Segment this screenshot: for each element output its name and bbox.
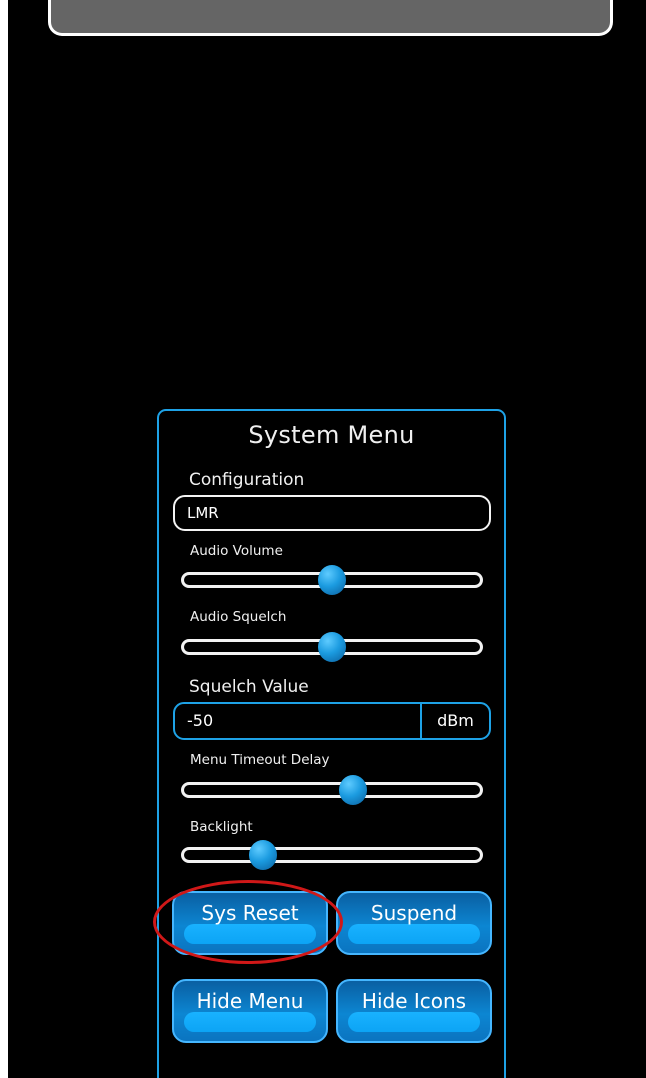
- button-highlight: [348, 924, 480, 944]
- backlight-slider[interactable]: [181, 840, 483, 870]
- audio-squelch-slider[interactable]: [181, 632, 483, 662]
- panel-title: System Menu: [248, 421, 415, 449]
- slider-track: [181, 847, 483, 863]
- sys-reset-button-label: Sys Reset: [201, 901, 299, 925]
- sys-reset-button[interactable]: Sys Reset: [172, 891, 328, 955]
- slider-track: [181, 782, 483, 798]
- system-menu-panel: System Menu Configuration LMR Audio Volu…: [157, 409, 506, 1078]
- button-highlight: [348, 1012, 480, 1032]
- squelch-unit-label: dBm: [437, 711, 474, 730]
- hide-menu-button[interactable]: Hide Menu: [172, 979, 328, 1043]
- hide-icons-button-label: Hide Icons: [361, 989, 467, 1013]
- button-highlight: [184, 1012, 316, 1032]
- slider-knob[interactable]: [318, 565, 346, 595]
- slider-knob[interactable]: [248, 840, 277, 870]
- backlight-label: Backlight: [190, 819, 253, 835]
- slider-knob[interactable]: [318, 632, 346, 662]
- menu-timeout-delay-slider[interactable]: [181, 775, 483, 805]
- device-screen: System Menu Configuration LMR Audio Volu…: [8, 0, 646, 1078]
- top-status-bar: [48, 0, 613, 36]
- audio-volume-label: Audio Volume: [190, 543, 283, 559]
- squelch-value-label: Squelch Value: [189, 677, 309, 697]
- squelch-value-input[interactable]: -50: [187, 704, 213, 738]
- audio-squelch-label: Audio Squelch: [190, 609, 287, 625]
- audio-volume-slider[interactable]: [181, 565, 483, 595]
- hide-icons-button[interactable]: Hide Icons: [336, 979, 492, 1043]
- hide-menu-button-label: Hide Menu: [196, 989, 304, 1013]
- suspend-button[interactable]: Suspend: [336, 891, 492, 955]
- menu-timeout-delay-label: Menu Timeout Delay: [190, 752, 330, 768]
- button-highlight: [184, 924, 316, 944]
- squelch-value-field[interactable]: -50 dBm: [173, 702, 491, 740]
- configuration-select[interactable]: LMR: [173, 495, 491, 531]
- suspend-button-label: Suspend: [370, 901, 458, 925]
- slider-knob[interactable]: [339, 775, 368, 805]
- configuration-label: Configuration: [189, 470, 305, 490]
